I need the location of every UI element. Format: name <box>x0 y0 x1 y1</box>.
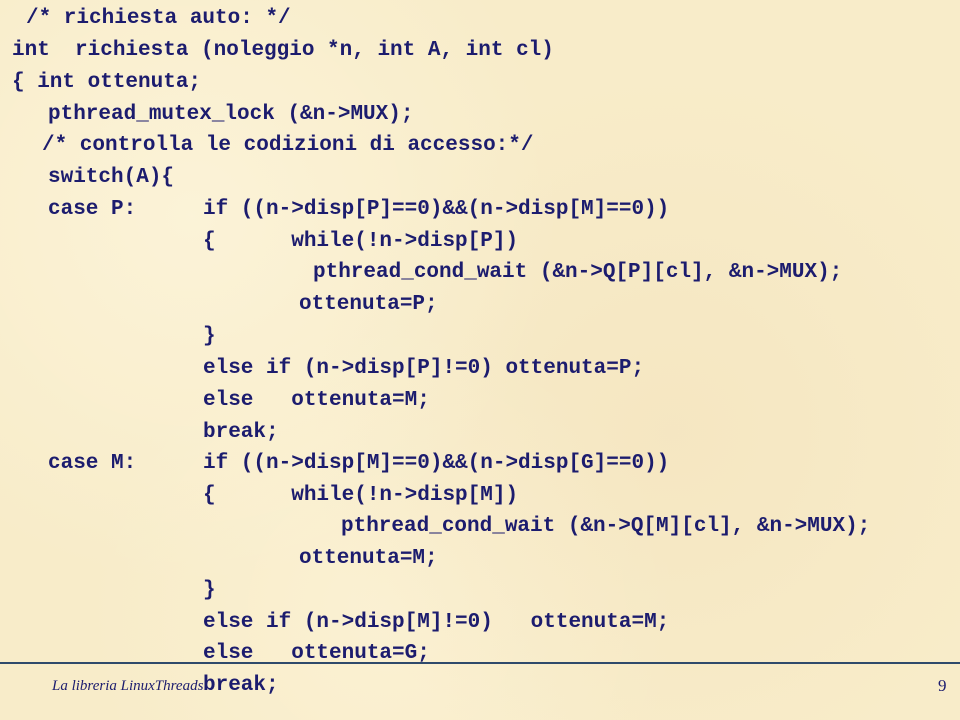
code-line: break; <box>203 674 279 697</box>
code-line: else if (n->disp[P]!=0) ottenuta=P; <box>203 357 645 380</box>
code-line: pthread_mutex_lock (&n->MUX); <box>48 103 414 126</box>
footer-title: La libreria LinuxThreads <box>52 678 204 694</box>
code-line: ottenuta=M; <box>299 547 438 570</box>
code-line: ottenuta=P; <box>299 293 438 316</box>
code-line: { int ottenuta; <box>12 71 202 94</box>
code-line: { while(!n->disp[P]) <box>203 230 519 253</box>
code-line: if ((n->disp[P]==0)&&(n->disp[M]==0)) <box>203 198 670 221</box>
code-line: } <box>203 579 216 602</box>
code-line: break; <box>203 421 279 444</box>
code-line: } <box>203 325 216 348</box>
code-case-label: case M: <box>48 452 137 475</box>
code-line: else ottenuta=M; <box>203 389 430 412</box>
code-comment-line: /* controlla le codizioni di accesso:*/ <box>42 134 534 157</box>
code-comment-line: /* richiesta auto: */ <box>26 7 291 30</box>
code-line: else if (n->disp[M]!=0) ottenuta=M; <box>203 611 670 634</box>
code-line: switch(A){ <box>48 166 175 189</box>
code-line: pthread_cond_wait (&n->Q[P][cl], &n->MUX… <box>313 261 843 284</box>
code-line: { while(!n->disp[M]) <box>203 484 519 507</box>
code-line: if ((n->disp[M]==0)&&(n->disp[G]==0)) <box>203 452 670 475</box>
footer-divider <box>0 662 960 664</box>
code-function-signature: int richiesta (noleggio *n, int A, int c… <box>12 39 554 62</box>
code-case-label: case P: <box>48 198 137 221</box>
code-line: pthread_cond_wait (&n->Q[M][cl], &n->MUX… <box>341 515 871 538</box>
page-number: 9 <box>938 676 947 695</box>
